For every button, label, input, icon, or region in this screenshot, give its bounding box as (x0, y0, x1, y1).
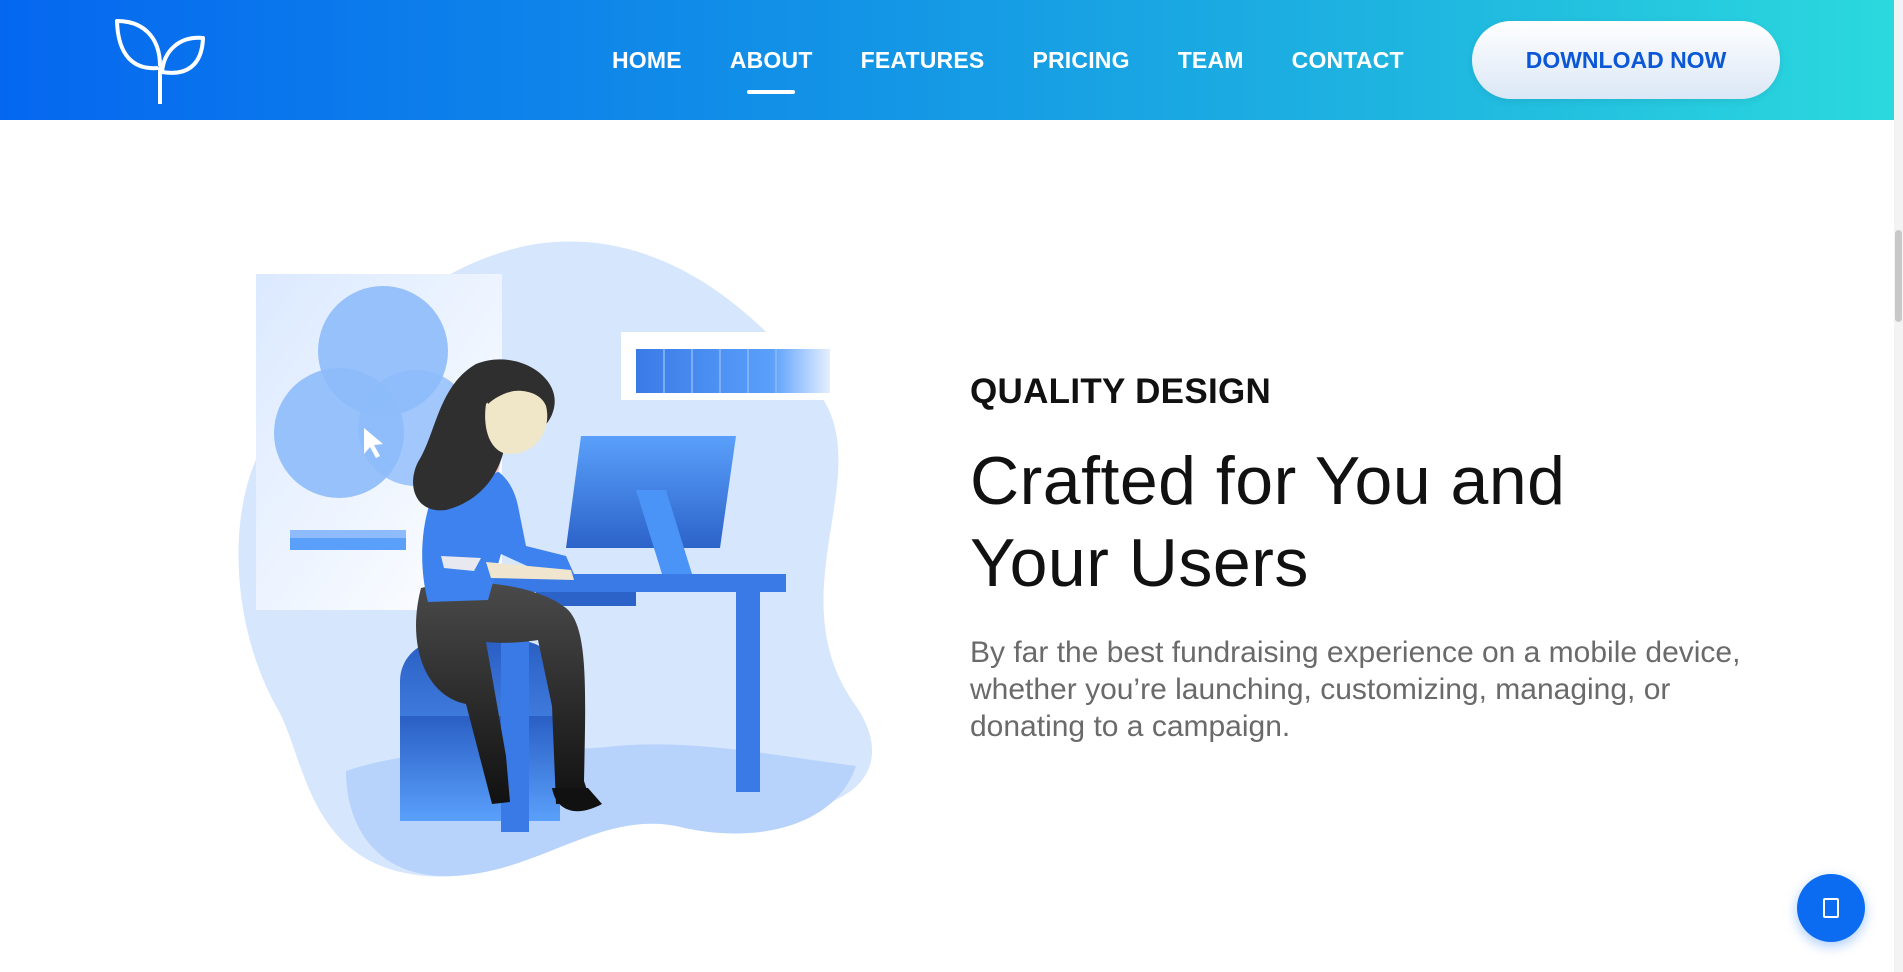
designer-at-desk-illustration (238, 241, 873, 877)
top-navbar: HOME ABOUT FEATURES PRICING TEAM CONTACT… (0, 0, 1894, 120)
page: HOME ABOUT FEATURES PRICING TEAM CONTACT… (0, 0, 1903, 972)
page-scrollbar[interactable] (1894, 0, 1903, 972)
nav-home[interactable]: HOME (612, 47, 682, 74)
scrollbar-thumb[interactable] (1895, 230, 1902, 322)
section-eyebrow: QUALITY DESIGN (970, 372, 1272, 411)
square-icon (1823, 898, 1839, 918)
nav-contact[interactable]: CONTACT (1292, 47, 1404, 74)
nav-pricing[interactable]: PRICING (1032, 47, 1129, 74)
headline-line-2: Your Users (970, 525, 1309, 601)
nav-features[interactable]: FEATURES (861, 47, 985, 74)
nav-team[interactable]: TEAM (1178, 47, 1244, 74)
section-headline: Crafted for You and Your Users (970, 440, 1760, 604)
floating-action-button[interactable] (1797, 874, 1865, 942)
section-description: By far the best fundraising experience o… (970, 636, 1741, 743)
nav-about[interactable]: ABOUT (730, 47, 813, 94)
sprout-logo-icon[interactable] (114, 16, 206, 104)
headline-line-1: Crafted for You and (970, 443, 1566, 519)
download-now-button[interactable]: DOWNLOAD NOW (1472, 21, 1780, 99)
feature-section: QUALITY DESIGN Crafted for You and Your … (970, 372, 1760, 745)
main-nav: HOME ABOUT FEATURES PRICING TEAM CONTACT (612, 0, 1404, 120)
